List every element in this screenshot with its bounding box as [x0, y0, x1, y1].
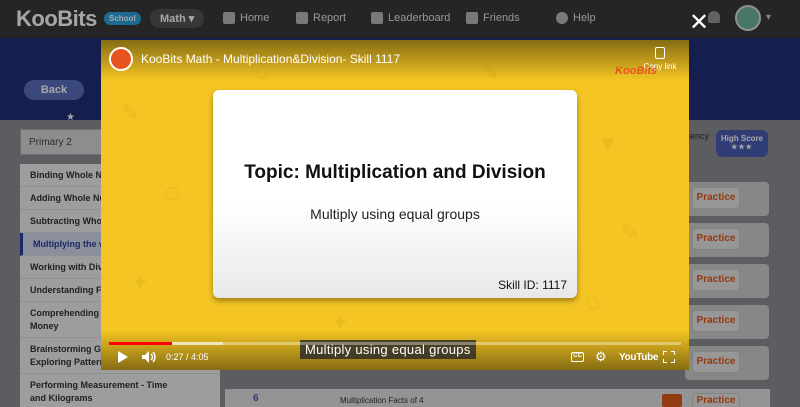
close-icon[interactable]: ✕ — [688, 11, 710, 35]
slide-skill-id: Skill ID: 1117 — [498, 278, 567, 292]
channel-avatar[interactable] — [109, 47, 133, 71]
time-display: 0:27 / 4:05 — [166, 352, 209, 362]
play-icon[interactable] — [118, 351, 128, 363]
progress-bar[interactable] — [109, 342, 681, 345]
played-fill — [109, 342, 172, 345]
slide-subtitle: Multiply using equal groups — [310, 206, 480, 222]
copy-icon — [655, 47, 665, 59]
video-title[interactable]: KooBits Math - Multiplication&Division- … — [141, 52, 400, 66]
video-player[interactable]: ✎☺✦ ♥✎☺ ✦✎☺ KooBits Math - Multiplicatio… — [101, 40, 689, 370]
captions-icon[interactable]: CC — [571, 352, 584, 362]
koobits-watermark: KooBits — [615, 65, 658, 77]
video-slide: Topic: Multiplication and Division Multi… — [213, 90, 577, 298]
volume-icon[interactable] — [142, 351, 158, 363]
slide-topic: Topic: Multiplication and Division — [244, 162, 546, 183]
gear-icon[interactable]: ⚙ — [595, 350, 607, 363]
fullscreen-icon[interactable] — [663, 351, 675, 363]
youtube-logo[interactable]: YouTube — [619, 352, 659, 363]
